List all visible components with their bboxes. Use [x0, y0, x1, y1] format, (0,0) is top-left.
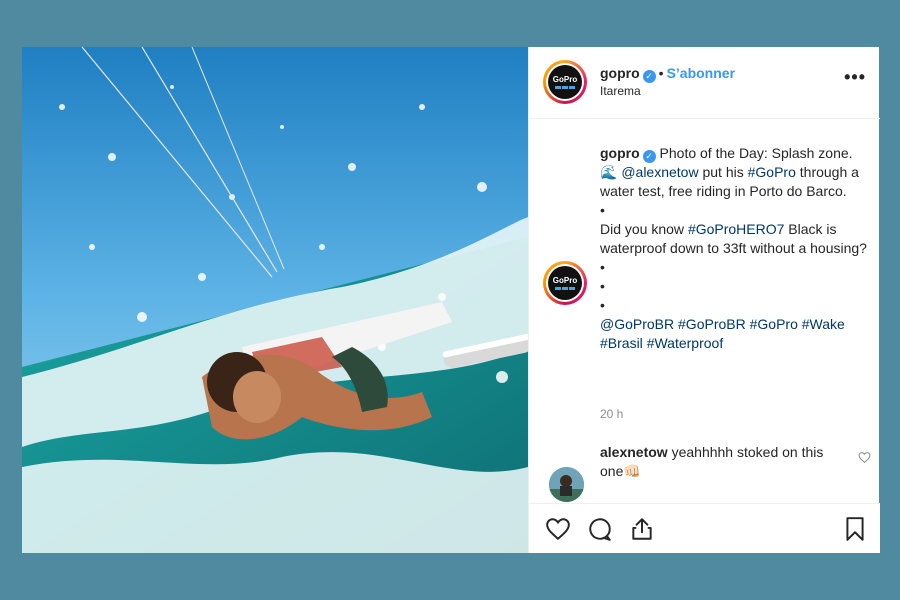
post-header: GoPro gopro ✓ • S’abonner Itarema ••• — [529, 47, 880, 119]
caption-tags: @GoProBR #GoProBR #GoPro #Wake #Brasil #… — [600, 315, 870, 353]
avatar-ring-inner: GoPro — [546, 63, 584, 101]
mention-link[interactable]: @alexnetow — [621, 164, 698, 180]
bullet: • — [600, 202, 605, 218]
bullet: • — [600, 278, 605, 294]
follow-button[interactable]: S’abonner — [667, 65, 735, 81]
bullet: • — [600, 297, 605, 313]
header-line: gopro ✓ • S’abonner — [600, 65, 735, 83]
author-username[interactable]: gopro — [600, 65, 640, 81]
logo-text: GoPro — [552, 74, 578, 84]
caption-avatar[interactable]: GoPro — [543, 261, 587, 305]
caption-username[interactable]: gopro — [600, 145, 640, 161]
hashtag-link[interactable]: #GoPro — [748, 164, 796, 180]
instagram-post: GoPro gopro ✓ • S’abonner Itarema ••• GoPro… — [22, 47, 880, 553]
logo-marks — [555, 85, 575, 89]
post-side-panel: GoPro gopro ✓ • S’abonner Itarema ••• GoPro… — [528, 47, 880, 553]
commenter-photo — [549, 467, 584, 502]
tag-link[interactable]: #Wake — [802, 316, 845, 332]
post-location[interactable]: Itarema — [600, 84, 641, 98]
tag-link[interactable]: @GoProBR — [600, 316, 674, 332]
caption-text: Did you know — [600, 221, 688, 237]
caption-paragraph-1: gopro ✓ Photo of the Day: Splash zone. 🌊 … — [600, 144, 870, 201]
post-timestamp[interactable]: 20 h — [600, 407, 623, 421]
verified-icon: ✓ — [642, 150, 656, 163]
caption-text: put his — [698, 164, 748, 180]
bookmark-icon[interactable] — [842, 516, 868, 542]
separator-dot: • — [658, 65, 664, 81]
tag-link[interactable]: #Waterproof — [647, 335, 724, 351]
avatar-ring-inner: GoPro — [546, 264, 584, 302]
kitesurf-photo-illustration — [22, 47, 528, 553]
caption-paragraph-2: Did you know #GoProHERO7 Black is waterp… — [600, 220, 870, 258]
tag-link[interactable]: #Brasil — [600, 335, 643, 351]
author-avatar[interactable]: GoPro — [543, 60, 587, 104]
post-caption: gopro ✓ Photo of the Day: Splash zone. 🌊 … — [600, 144, 870, 353]
hashtag-link[interactable]: #GoProHERO7 — [688, 221, 784, 237]
share-icon[interactable] — [629, 516, 655, 542]
heart-icon[interactable] — [545, 516, 571, 542]
gopro-logo: GoPro — [548, 65, 582, 99]
gopro-logo: GoPro — [548, 266, 582, 300]
more-icon[interactable]: ••• — [844, 67, 866, 88]
logo-text: GoPro — [552, 275, 578, 285]
comment: alexnetow yeahhhhh stoked on this one👊🏻 — [600, 443, 840, 481]
action-bar — [529, 503, 880, 553]
verified-icon: ✓ — [642, 70, 656, 83]
tag-link[interactable]: #GoPro — [750, 316, 798, 332]
bullet: • — [600, 259, 605, 275]
tag-link[interactable]: #GoProBR — [678, 316, 746, 332]
commenter-username[interactable]: alexnetow — [600, 444, 668, 460]
comment-icon[interactable] — [587, 516, 613, 542]
commenter-avatar[interactable] — [549, 467, 584, 502]
post-photo[interactable] — [22, 47, 528, 553]
comment-like-heart-icon[interactable] — [858, 451, 871, 467]
logo-marks — [555, 286, 575, 290]
